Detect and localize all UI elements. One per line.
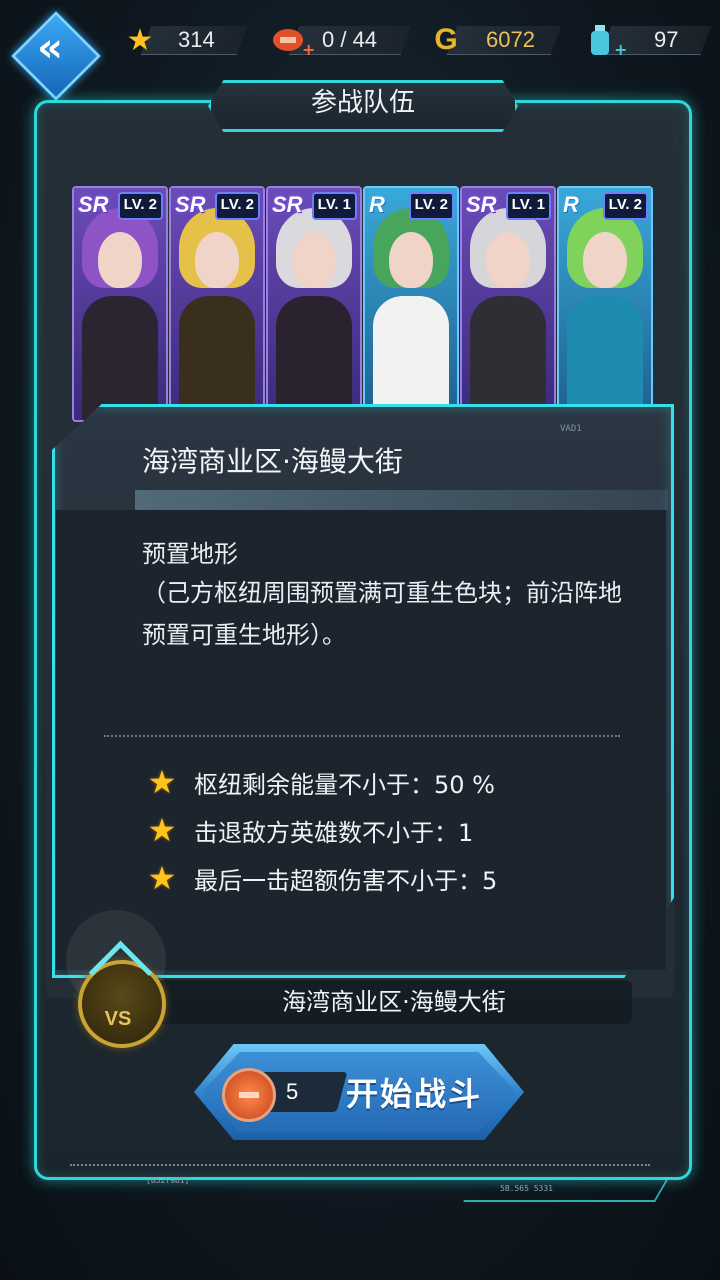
gold-icon: G bbox=[434, 23, 458, 56]
objective-item: ★ 击退敌方英雄数不小于：1 bbox=[144, 810, 474, 850]
energy-counter[interactable]: + 0 / 44 bbox=[268, 20, 412, 60]
potion-count: 97 bbox=[654, 27, 679, 52]
potion-plus-icon[interactable]: + bbox=[614, 40, 627, 59]
level-badge: LV. 2 bbox=[408, 192, 454, 220]
start-battle-label[interactable]: 开始战斗 bbox=[346, 1072, 482, 1116]
objective-text: 最后一击超额伤害不小于：5 bbox=[194, 866, 498, 895]
objective-text: 枢纽剩余能量不小于：50 % bbox=[194, 770, 495, 799]
rarity-label: SR bbox=[78, 192, 109, 217]
header-strip bbox=[135, 490, 668, 510]
objective-text: 击退敌方英雄数不小于：1 bbox=[194, 818, 474, 847]
footer-divider bbox=[70, 1164, 650, 1166]
level-badge: LV. 1 bbox=[505, 192, 551, 220]
objective-item: ★ 枢纽剩余能量不小于：50 % bbox=[144, 762, 495, 802]
gold-counter: G 6072 bbox=[426, 20, 562, 60]
terrain-description: （己方枢纽周围预置满可重生色块；前沿阵地预置可重生地形）。 bbox=[142, 579, 622, 649]
star-counter: ★ 314 bbox=[120, 20, 250, 60]
star-icon: ★ bbox=[147, 811, 177, 849]
double-chevron-left-icon[interactable]: « bbox=[22, 20, 78, 76]
stage-name-label: 海湾商业区·海鳗大街 bbox=[282, 988, 506, 1016]
terrain-title: 预置地形 bbox=[142, 540, 238, 568]
rarity-label: R bbox=[563, 192, 579, 217]
panel-title: 参战队伍 bbox=[310, 88, 415, 118]
character-card[interactable]: SR LV. 2 bbox=[169, 186, 265, 422]
energy-icon bbox=[222, 1068, 276, 1122]
character-card[interactable]: SR LV. 1 bbox=[266, 186, 362, 422]
deco-label: VAD1 bbox=[560, 424, 582, 434]
character-card[interactable]: R LV. 2 bbox=[557, 186, 653, 422]
deco-code-left: [B52T9B1] bbox=[146, 1176, 190, 1185]
gold-count: 6072 bbox=[486, 27, 535, 52]
vs-label: VS bbox=[104, 1008, 132, 1030]
star-count: 314 bbox=[178, 27, 215, 52]
energy-plus-icon[interactable]: + bbox=[302, 40, 315, 59]
energy-cost: 5 bbox=[286, 1079, 299, 1104]
objective-item: ★ 最后一击超额伤害不小于：5 bbox=[144, 858, 498, 898]
star-icon: ★ bbox=[147, 763, 177, 801]
team-roster: SR LV. 2 SR LV. 2 SR LV. 1 R LV. 2 SR LV… bbox=[72, 186, 653, 422]
rarity-label: SR bbox=[466, 192, 497, 217]
star-icon: ★ bbox=[147, 859, 177, 897]
level-badge: LV. 1 bbox=[311, 192, 357, 220]
deco-frame bbox=[463, 1178, 669, 1202]
character-card[interactable]: SR LV. 1 bbox=[460, 186, 556, 422]
star-icon: ★ bbox=[126, 22, 154, 58]
rarity-label: SR bbox=[175, 192, 206, 217]
divider bbox=[104, 735, 620, 737]
rarity-label: R bbox=[369, 192, 385, 217]
top-bar: « ★ 314 + 0 / 44 G 6072 + 97 bbox=[0, 0, 720, 101]
level-badge: LV. 2 bbox=[117, 192, 163, 220]
potion-counter[interactable]: + 97 bbox=[580, 20, 712, 60]
rarity-label: SR bbox=[272, 192, 303, 217]
character-card[interactable]: SR LV. 2 bbox=[72, 186, 168, 422]
level-badge: LV. 2 bbox=[602, 192, 648, 220]
stage-title: 海湾商业区·海鳗大街 bbox=[142, 445, 403, 478]
level-badge: LV. 2 bbox=[214, 192, 260, 220]
energy-count: 0 / 44 bbox=[322, 27, 378, 52]
character-card[interactable]: R LV. 2 bbox=[363, 186, 459, 422]
deco-code-right: 5B.565 5331 bbox=[500, 1184, 553, 1193]
